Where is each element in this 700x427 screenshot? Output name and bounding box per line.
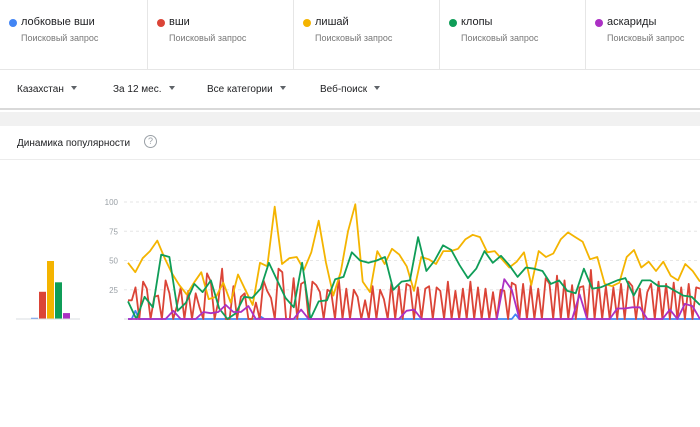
- y-tick-label: 25: [109, 286, 118, 295]
- series-color-dot: [9, 19, 17, 27]
- term-type-label: Поисковый запрос: [169, 33, 247, 43]
- series-color-dot: [449, 19, 457, 27]
- section-divider: [0, 112, 700, 126]
- term-type-label: Поисковый запрос: [21, 33, 99, 43]
- term-name: аскариды: [607, 16, 657, 28]
- chevron-down-icon: [374, 86, 381, 91]
- search-terms-bar: лобковые вши Поисковый запрос вши Поиско…: [0, 0, 700, 70]
- chevron-down-icon: [279, 86, 286, 91]
- term-card-klopy[interactable]: клопы Поисковый запрос: [439, 0, 585, 70]
- chevron-down-icon: [70, 86, 77, 91]
- search-type-label: Веб-поиск: [320, 84, 368, 95]
- term-name: лишай: [315, 16, 349, 28]
- average-bar: [55, 282, 62, 319]
- y-tick-label: 50: [109, 257, 118, 266]
- search-type-dropdown[interactable]: Веб-поиск: [320, 83, 381, 97]
- series-color-dot: [157, 19, 165, 27]
- average-bar: [39, 291, 46, 319]
- term-card-lobkovye-vshi[interactable]: лобковые вши Поисковый запрос: [0, 0, 147, 70]
- term-type-label: Поисковый запрос: [315, 33, 393, 43]
- category-dropdown[interactable]: Все категории: [207, 83, 286, 97]
- region-label: Казахстан: [17, 84, 64, 95]
- term-type-label: Поисковый запрос: [607, 33, 685, 43]
- series-color-dot: [303, 19, 311, 27]
- term-name: лобковые вши: [21, 16, 95, 28]
- term-card-lishai[interactable]: лишай Поисковый запрос: [293, 0, 439, 70]
- region-dropdown[interactable]: Казахстан: [17, 83, 77, 97]
- term-name: клопы: [461, 16, 493, 28]
- y-tick-label: 100: [105, 198, 119, 207]
- term-type-label: Поисковый запрос: [461, 33, 539, 43]
- average-bar: [63, 313, 70, 319]
- term-card-vshi[interactable]: вши Поисковый запрос: [147, 0, 293, 70]
- period-label: За 12 мес.: [113, 84, 162, 95]
- average-bar: [47, 261, 54, 319]
- period-dropdown[interactable]: За 12 мес.: [113, 83, 175, 97]
- term-card-askaridy[interactable]: аскариды Поисковый запрос: [585, 0, 700, 70]
- y-tick-label: 75: [109, 227, 118, 236]
- filters-bar: Казахстан За 12 мес. Все категории Веб-п…: [0, 70, 700, 110]
- interest-chart: 100 75 50 25: [16, 198, 700, 320]
- chevron-down-icon: [168, 86, 175, 91]
- series-color-dot: [595, 19, 603, 27]
- interest-over-time-card: Динамика популярности ? 100 75 50 25: [0, 126, 700, 427]
- category-label: Все категории: [207, 84, 273, 95]
- term-name: вши: [169, 16, 190, 28]
